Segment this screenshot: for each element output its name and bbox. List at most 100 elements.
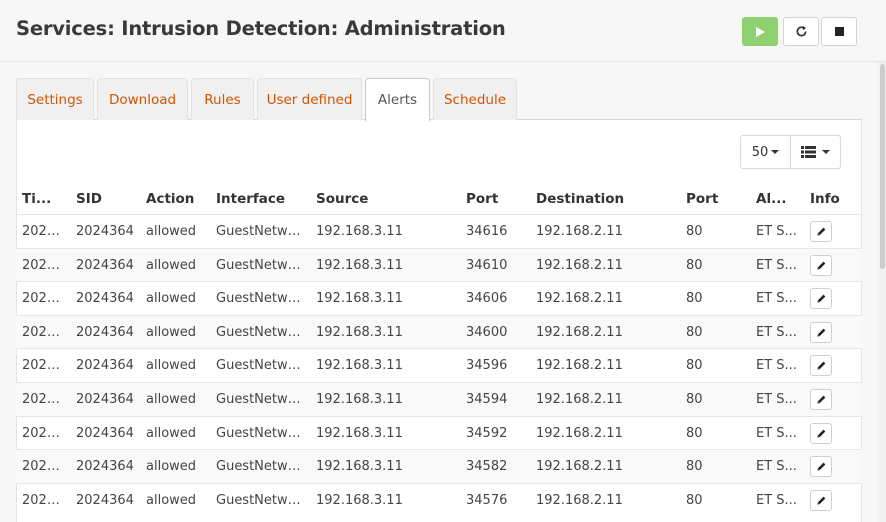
table-row[interactable]: 2022... 2024364 allowed GuestNetwork 192.168… [16, 214, 862, 248]
tab-rules[interactable]: Rules [191, 78, 254, 120]
cell-destination: 192.168.2.11 [536, 291, 623, 307]
cell-dst-port: 80 [686, 425, 703, 441]
column-selector-dropdown[interactable] [791, 136, 840, 168]
cell-action: allowed [146, 459, 197, 475]
table-row[interactable]: 2022... 2024364 allowed GuestNetwork 192.168… [16, 314, 862, 349]
cell-interface: GuestNetwork [216, 291, 308, 307]
cell-sid: 2024364 [76, 324, 134, 340]
list-columns-icon [801, 146, 816, 158]
column-header-source-port[interactable]: Port [466, 191, 526, 207]
cell-src-port: 34600 [466, 324, 508, 340]
pencil-icon [816, 328, 825, 337]
alert-info-button[interactable] [810, 254, 832, 276]
cell-alert: ET S... [756, 425, 797, 441]
pencil-icon [816, 294, 825, 303]
cell-src-port: 34616 [466, 224, 508, 239]
cell-action: allowed [146, 358, 197, 374]
cell-destination: 192.168.2.11 [536, 425, 623, 441]
pencil-icon [816, 362, 825, 371]
cell-action: allowed [146, 324, 197, 340]
cell-dst-port: 80 [686, 291, 703, 307]
cell-alert: ET S... [756, 257, 797, 273]
cell-destination: 192.168.2.11 [536, 459, 623, 475]
cell-timestamp: 2022... [22, 224, 67, 239]
cell-src-port: 34596 [466, 358, 508, 374]
cell-sid: 2024364 [76, 425, 134, 441]
cell-alert: ET S... [756, 224, 797, 239]
stop-service-button[interactable] [821, 17, 857, 46]
tab-settings[interactable]: Settings [16, 78, 94, 120]
scrollbar-thumb[interactable] [880, 64, 885, 269]
column-header-info: Info [810, 191, 840, 207]
alert-info-button[interactable] [810, 321, 832, 343]
cell-interface: GuestNetwork [216, 459, 308, 475]
cell-destination: 192.168.2.11 [536, 324, 623, 340]
pencil-icon [816, 462, 825, 471]
cell-interface: GuestNetwork [216, 358, 308, 374]
cell-source: 192.168.3.11 [316, 358, 403, 374]
cell-sid: 2024364 [76, 459, 134, 475]
tab-schedule[interactable]: Schedule [433, 78, 517, 120]
cell-timestamp: 2022... [22, 358, 67, 374]
cell-source: 192.168.3.11 [316, 492, 403, 508]
tab-bar: Settings Download Rules User defined Ale… [16, 78, 862, 121]
cell-interface: GuestNetwork [216, 257, 308, 273]
pencil-icon [816, 227, 825, 236]
stop-icon [834, 27, 844, 36]
cell-src-port: 34606 [466, 291, 508, 307]
grid-toolbar: 50 [740, 135, 841, 169]
cell-alert: ET S... [756, 291, 797, 307]
alert-info-button[interactable] [810, 221, 832, 242]
restart-service-button[interactable] [783, 17, 819, 46]
column-header-sid[interactable]: SID [76, 191, 136, 207]
cell-source: 192.168.3.11 [316, 257, 403, 273]
tab-user-defined[interactable]: User defined [257, 78, 362, 120]
chevron-down-icon [771, 150, 780, 154]
cell-sid: 2024364 [76, 291, 134, 307]
cell-source: 192.168.3.11 [316, 224, 403, 239]
alert-info-button[interactable] [810, 489, 832, 511]
play-icon [756, 26, 765, 37]
column-header-destination-port[interactable]: Port [686, 191, 746, 207]
alert-info-button[interactable] [810, 456, 832, 478]
column-header-source[interactable]: Source [316, 191, 456, 207]
column-header-alert[interactable]: Al... [756, 191, 796, 207]
page-header: Services: Intrusion Detection: Administr… [0, 0, 886, 62]
alert-info-button[interactable] [810, 288, 832, 310]
table-row[interactable]: 2022... 2024364 allowed GuestNetwork 192.168… [16, 482, 862, 517]
column-header-interface[interactable]: Interface [216, 191, 306, 207]
page-title: Services: Intrusion Detection: Administr… [16, 17, 506, 40]
table-row[interactable]: 2022... 2024364 allowed GuestNetwork 192.168… [16, 281, 862, 315]
cell-destination: 192.168.2.11 [536, 492, 623, 508]
alert-info-button[interactable] [810, 389, 832, 410]
cell-destination: 192.168.2.11 [536, 358, 623, 374]
rows-per-page-dropdown[interactable]: 50 [741, 136, 791, 168]
cell-interface: GuestNetwork [216, 224, 308, 239]
tab-alerts[interactable]: Alerts [365, 78, 430, 121]
cell-action: allowed [146, 291, 197, 307]
cell-action: allowed [146, 492, 197, 508]
column-header-timestamp[interactable]: Ti... [22, 191, 60, 207]
cell-dst-port: 80 [686, 459, 703, 475]
column-header-action[interactable]: Action [146, 191, 206, 207]
cell-timestamp: 2022... [22, 257, 67, 273]
cell-interface: GuestNetwork [216, 392, 308, 407]
cell-dst-port: 80 [686, 492, 703, 508]
table-row[interactable]: 2022... 2024364 allowed GuestNetwork 192.168… [16, 382, 862, 416]
table-row[interactable]: 2022... 2024364 allowed GuestNetwork 192.168… [16, 449, 862, 484]
cell-timestamp: 2022... [22, 492, 67, 508]
tab-download[interactable]: Download [97, 78, 188, 120]
alert-info-button[interactable] [810, 422, 832, 444]
table-row[interactable]: 2022... 2024364 allowed GuestNetwork 192.168… [16, 348, 862, 382]
cell-action: allowed [146, 425, 197, 441]
table-row[interactable]: 2022... 2024364 allowed GuestNetwork 192.168… [16, 247, 862, 282]
cell-dst-port: 80 [686, 392, 703, 407]
cell-source: 192.168.3.11 [316, 459, 403, 475]
cell-sid: 2024364 [76, 257, 134, 273]
column-header-destination[interactable]: Destination [536, 191, 676, 207]
pencil-icon [816, 429, 825, 438]
alert-info-button[interactable] [810, 355, 832, 377]
table-row[interactable]: 2022... 2024364 allowed GuestNetwork 192.168… [16, 415, 862, 450]
pencil-icon [816, 496, 825, 505]
start-service-button[interactable] [742, 17, 778, 46]
